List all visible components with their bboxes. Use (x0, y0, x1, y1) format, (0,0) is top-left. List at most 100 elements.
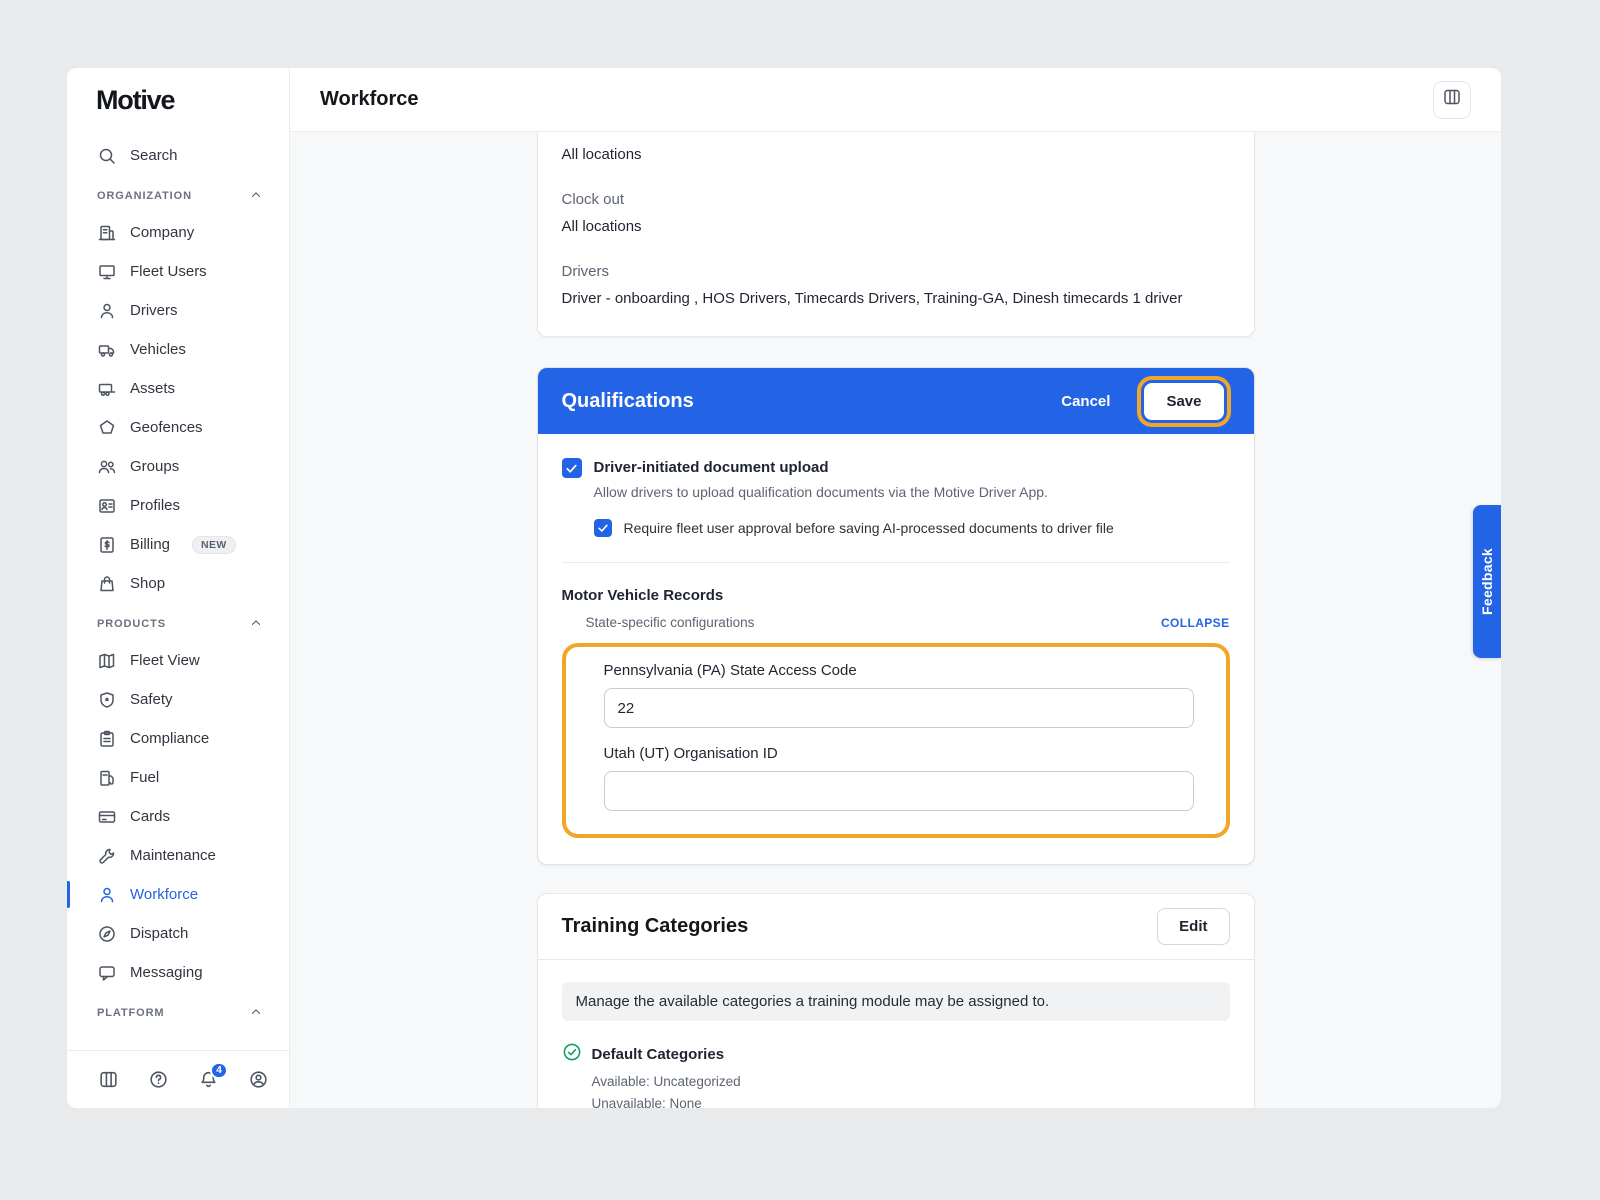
people-icon (97, 457, 117, 477)
sidebar-item-label: Messaging (130, 964, 203, 981)
sidebar-item-label: Groups (130, 458, 179, 475)
sidebar-item-profiles[interactable]: Profiles (67, 486, 289, 525)
header-icon-button[interactable] (1433, 81, 1471, 119)
building-icon (97, 223, 117, 243)
driver-upload-checkbox[interactable] (562, 458, 582, 478)
sidebar-item-groups[interactable]: Groups (67, 447, 289, 486)
driver-upload-description: Allow drivers to upload qualification do… (594, 484, 1230, 500)
sidebar-item-fuel[interactable]: Fuel (67, 758, 289, 797)
time-settings-card: All locations Clock out All locations Dr… (537, 132, 1255, 337)
sidebar-item-cards[interactable]: Cards (67, 797, 289, 836)
sidebar-item-label: Vehicles (130, 341, 186, 358)
sidebar-item-label: Assets (130, 380, 175, 397)
approval-label: Require fleet user approval before savin… (624, 520, 1114, 536)
sidebar-item-label: Safety (130, 691, 173, 708)
driver-upload-label: Driver-initiated document upload (594, 458, 829, 476)
sidebar-item-label: Billing (130, 536, 170, 553)
divider (562, 562, 1230, 563)
feedback-tab[interactable]: Feedback (1473, 505, 1501, 658)
clock-out-label: Clock out (562, 189, 1230, 211)
whats-new-icon[interactable] (97, 1069, 119, 1091)
qualifications-card: Qualifications Cancel Save Driver-initia… (537, 367, 1255, 865)
sidebar-item-label: Maintenance (130, 847, 216, 864)
approval-checkbox[interactable] (594, 519, 612, 537)
clock-out-value: All locations (562, 216, 1230, 238)
annotation-highlight-box: Pennsylvania (PA) State Access Code Utah… (562, 643, 1230, 838)
sidebar-item-safety[interactable]: Safety (67, 680, 289, 719)
category-unavailable: Unavailable: None (592, 1096, 1230, 1108)
qualifications-header: Qualifications Cancel Save (538, 368, 1254, 434)
help-icon[interactable] (147, 1069, 169, 1091)
sidebar-item-label: Geofences (130, 419, 203, 436)
fuel-pump-icon (97, 768, 117, 788)
sidebar-item-fleet-view[interactable]: Fleet View (67, 641, 289, 680)
sidebar-item-company[interactable]: Company (67, 213, 289, 252)
monitor-icon (97, 262, 117, 282)
drivers-label: Drivers (562, 261, 1230, 283)
edit-button[interactable]: Edit (1157, 908, 1229, 945)
sidebar-item-geofences[interactable]: Geofences (67, 408, 289, 447)
sidebar-item-compliance[interactable]: Compliance (67, 719, 289, 758)
chevron-up-icon (249, 616, 263, 633)
shopping-bag-icon (97, 574, 117, 594)
sidebar-item-search[interactable]: Search (67, 136, 289, 175)
notifications-bell-icon[interactable]: 4 (197, 1069, 219, 1091)
sidebar-item-billing[interactable]: Billing NEW (67, 525, 289, 564)
section-organization-header[interactable]: ORGANIZATION (67, 179, 289, 213)
account-icon[interactable] (247, 1069, 269, 1091)
category-name: Default Categories (592, 1046, 725, 1063)
sidebar-item-label: Shop (130, 575, 165, 592)
sidebar-item-shop[interactable]: Shop (67, 564, 289, 603)
pa-access-code-label: Pennsylvania (PA) State Access Code (604, 662, 1194, 679)
map-book-icon (97, 651, 117, 671)
pa-access-code-input[interactable] (604, 688, 1194, 728)
cancel-button[interactable]: Cancel (1045, 383, 1126, 420)
map-icon (1442, 87, 1462, 112)
motive-logo: Motive (67, 68, 289, 132)
shield-icon (97, 690, 117, 710)
drivers-value: Driver - onboarding , HOS Drivers, Timec… (562, 288, 1230, 310)
geofence-icon (97, 418, 117, 438)
truck-icon (97, 340, 117, 360)
save-button[interactable]: Save (1144, 383, 1223, 420)
section-products-header[interactable]: PRODUCTS (67, 607, 289, 641)
search-icon (97, 146, 117, 166)
qualifications-title: Qualifications (562, 390, 1046, 413)
mvr-section-title: Motor Vehicle Records (562, 587, 1230, 604)
new-badge: NEW (192, 536, 236, 554)
sidebar-item-label: Profiles (130, 497, 180, 514)
sidebar-item-assets[interactable]: Assets (67, 369, 289, 408)
id-card-icon (97, 496, 117, 516)
info-banner: Manage the available categories a traini… (562, 982, 1230, 1021)
clipboard-icon (97, 729, 117, 749)
motive-logo-text: Motive (96, 85, 174, 116)
sidebar-item-drivers[interactable]: Drivers (67, 291, 289, 330)
sidebar-item-label: Compliance (130, 730, 209, 747)
billing-icon (97, 535, 117, 555)
category-item-default: Default Categories Available: Uncategori… (562, 1042, 1230, 1108)
sidebar-item-fleet-users[interactable]: Fleet Users (67, 252, 289, 291)
ut-org-id-input[interactable] (604, 771, 1194, 811)
sidebar-item-label: Workforce (130, 886, 198, 903)
sidebar-item-messaging[interactable]: Messaging (67, 953, 289, 992)
wrench-icon (97, 846, 117, 866)
person-icon (97, 885, 117, 905)
sidebar-item-label: Search (130, 147, 178, 164)
collapse-link[interactable]: COLLAPSE (1161, 616, 1230, 630)
sidebar-item-workforce[interactable]: Workforce (67, 875, 289, 914)
section-platform-header[interactable]: PLATFORM (67, 996, 289, 1030)
sidebar-item-label: Fleet Users (130, 263, 207, 280)
chevron-up-icon (249, 188, 263, 205)
sidebar-item-label: Fuel (130, 769, 159, 786)
sidebar-bottom-bar: 4 (67, 1050, 289, 1108)
sidebar-item-maintenance[interactable]: Maintenance (67, 836, 289, 875)
sidebar-item-label: Company (130, 224, 194, 241)
ut-org-id-label: Utah (UT) Organisation ID (604, 745, 1194, 762)
sidebar: Motive Search ORGANIZATION Company (67, 68, 290, 1108)
feedback-label: Feedback (1479, 548, 1495, 615)
sidebar-item-label: Drivers (130, 302, 178, 319)
sidebar-item-dispatch[interactable]: Dispatch (67, 914, 289, 953)
content-area: All locations Clock out All locations Dr… (290, 132, 1501, 1108)
chevron-up-icon (249, 1005, 263, 1022)
sidebar-item-vehicles[interactable]: Vehicles (67, 330, 289, 369)
